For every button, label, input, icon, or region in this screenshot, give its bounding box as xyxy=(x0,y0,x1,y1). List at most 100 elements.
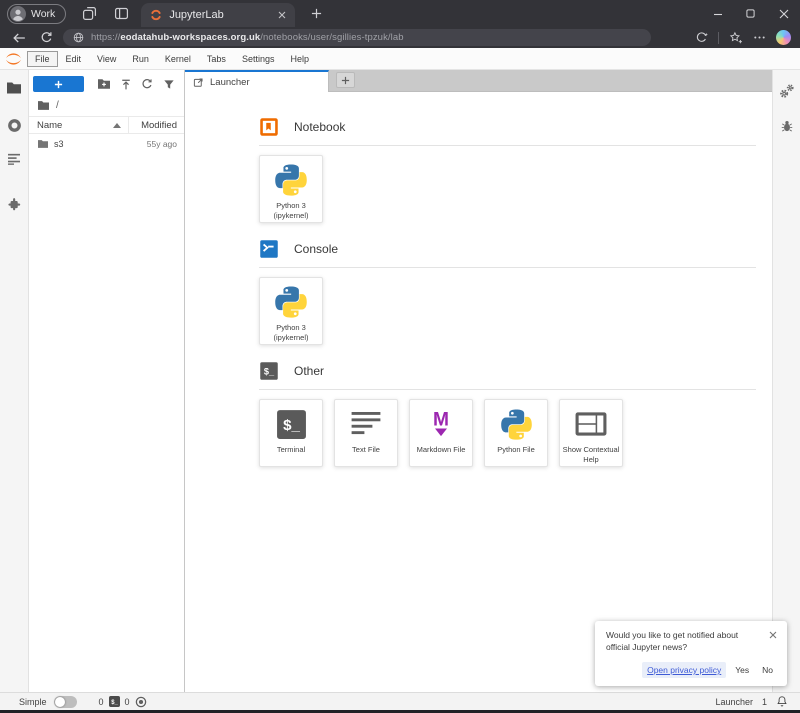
notification-no-button[interactable]: No xyxy=(758,662,777,678)
menu-view[interactable]: View xyxy=(89,51,124,67)
refresh-file-list-button[interactable] xyxy=(137,76,159,93)
list-icon xyxy=(7,153,21,165)
status-bar-right: Launcher 1 xyxy=(715,695,788,708)
address-bar[interactable]: https://eodatahub-workspaces.org.uk/note… xyxy=(63,29,651,46)
jupyter-favicon xyxy=(150,9,162,21)
jupyterlab-menubar: File Edit View Run Kernel Tabs Settings … xyxy=(0,48,800,70)
browser-profile-button[interactable]: Work xyxy=(7,4,66,24)
simple-mode-toggle[interactable] xyxy=(54,696,77,708)
navbar-right-icons xyxy=(695,30,791,45)
python-logo-icon xyxy=(500,406,533,442)
section-title: Console xyxy=(294,242,338,256)
file-list-header: Name Modified xyxy=(29,116,184,134)
contextual-help-icon xyxy=(574,406,608,442)
notebook-icon xyxy=(259,117,279,137)
column-header-name[interactable]: Name xyxy=(29,117,128,133)
menu-file[interactable]: File xyxy=(27,51,58,67)
sort-ascending-icon xyxy=(113,123,121,128)
browser-essentials-icon[interactable] xyxy=(695,31,708,44)
window-close-button[interactable] xyxy=(767,0,800,27)
sidebar-tab-property-inspector[interactable] xyxy=(773,75,800,107)
simple-mode-control[interactable]: Simple xyxy=(19,696,77,708)
column-header-modified[interactable]: Modified xyxy=(128,117,184,133)
jupyterlab-app: File Edit View Run Kernel Tabs Settings … xyxy=(0,48,800,713)
console-icon xyxy=(259,239,279,259)
file-browser-toolbar xyxy=(29,70,184,95)
launcher-card-markdown-file[interactable]: M Markdown File xyxy=(409,399,473,467)
menu-tabs[interactable]: Tabs xyxy=(199,51,234,67)
folder-icon xyxy=(6,81,22,95)
launcher-card-python-file[interactable]: Python File xyxy=(484,399,548,467)
browser-tab-jupyterlab[interactable]: JupyterLab xyxy=(141,3,295,27)
svg-text:$_: $_ xyxy=(264,366,275,376)
launcher-card-text-file[interactable]: Text File xyxy=(334,399,398,467)
launcher-card-terminal[interactable]: $_ Terminal xyxy=(259,399,323,467)
launcher-section-other: $_ Other $_ Terminal xyxy=(259,361,756,467)
jupyter-logo-icon xyxy=(4,51,23,67)
sidebar-tab-running-kernels[interactable] xyxy=(0,110,28,140)
back-icon[interactable] xyxy=(9,29,29,47)
new-folder-icon xyxy=(97,78,111,90)
refresh-icon[interactable] xyxy=(36,29,56,47)
notification-actions: Open privacy policy Yes No xyxy=(606,662,777,678)
folder-icon xyxy=(37,100,50,111)
workspace: / Name Modified s3 55y ago xyxy=(0,70,800,692)
current-activity-label[interactable]: Launcher xyxy=(715,697,753,707)
sidebar-tab-file-browser[interactable] xyxy=(0,73,28,103)
sidebar-tab-extensions[interactable] xyxy=(0,188,28,218)
right-activity-bar xyxy=(772,70,800,692)
navbar-divider xyxy=(718,32,719,44)
menu-run[interactable]: Run xyxy=(124,51,157,67)
add-tab-button[interactable] xyxy=(336,72,355,88)
menu-help[interactable]: Help xyxy=(282,51,317,67)
tab-launcher[interactable]: Launcher xyxy=(185,70,329,92)
notification-yes-button[interactable]: Yes xyxy=(731,662,753,678)
upload-icon xyxy=(120,78,132,91)
file-row-s3[interactable]: s3 55y ago xyxy=(29,134,184,153)
menu-edit[interactable]: Edit xyxy=(58,51,90,67)
filter-files-button[interactable] xyxy=(158,76,180,93)
new-launcher-button[interactable] xyxy=(33,76,84,92)
launcher-card-console-python3[interactable]: Python 3 (ipykernel) xyxy=(259,277,323,345)
breadcrumb-root[interactable]: / xyxy=(56,100,59,111)
copilot-icon[interactable] xyxy=(776,30,791,45)
browser-tab-title: JupyterLab xyxy=(169,9,267,21)
launcher-card-notebook-python3[interactable]: Python 3 (ipykernel) xyxy=(259,155,323,223)
launcher-icon xyxy=(193,77,204,88)
sidebar-tab-debugger[interactable] xyxy=(773,110,800,142)
card-label: Text File xyxy=(350,445,382,455)
simple-mode-label: Simple xyxy=(19,697,47,707)
section-title: Notebook xyxy=(294,120,345,134)
vertical-tabs-icon[interactable] xyxy=(113,5,130,22)
menu-settings[interactable]: Settings xyxy=(234,51,283,67)
plus-icon xyxy=(54,80,63,89)
breadcrumb[interactable]: / xyxy=(29,95,184,116)
new-tab-button[interactable] xyxy=(307,5,325,23)
browser-chrome: Work JupyterLab xyxy=(0,0,800,48)
launcher-card-show-contextual-help[interactable]: Show Contextual Help xyxy=(559,399,623,467)
running-circle-icon xyxy=(7,118,22,133)
upload-button[interactable] xyxy=(115,76,137,93)
open-privacy-policy-link[interactable]: Open privacy policy xyxy=(642,662,726,678)
profile-name-label: Work xyxy=(31,8,55,20)
svg-text:$_: $_ xyxy=(283,417,300,434)
puzzle-icon xyxy=(7,196,22,211)
refresh-icon xyxy=(141,78,153,90)
sidebar-tab-table-of-contents[interactable] xyxy=(0,144,28,174)
notification-close-icon[interactable] xyxy=(767,629,779,641)
kernel-circle-icon xyxy=(135,696,147,708)
card-label: Terminal xyxy=(275,445,307,455)
window-maximize-button[interactable] xyxy=(734,0,767,27)
workspaces-icon[interactable] xyxy=(81,5,98,22)
menu-kernel[interactable]: Kernel xyxy=(157,51,199,67)
new-folder-button[interactable] xyxy=(93,76,115,93)
window-minimize-button[interactable] xyxy=(701,0,734,27)
tab-close-icon[interactable] xyxy=(274,8,289,23)
notification-message: Would you like to get notified about off… xyxy=(606,630,777,654)
terminals-count: 0 xyxy=(99,697,104,707)
launcher-section-console: Console Python 3 (ipykernel) xyxy=(259,239,756,345)
favorites-star-icon[interactable] xyxy=(729,31,743,45)
more-options-icon[interactable] xyxy=(753,31,766,44)
bell-icon[interactable] xyxy=(776,695,788,708)
kernel-status[interactable]: 0 $_ 0 xyxy=(99,696,147,708)
